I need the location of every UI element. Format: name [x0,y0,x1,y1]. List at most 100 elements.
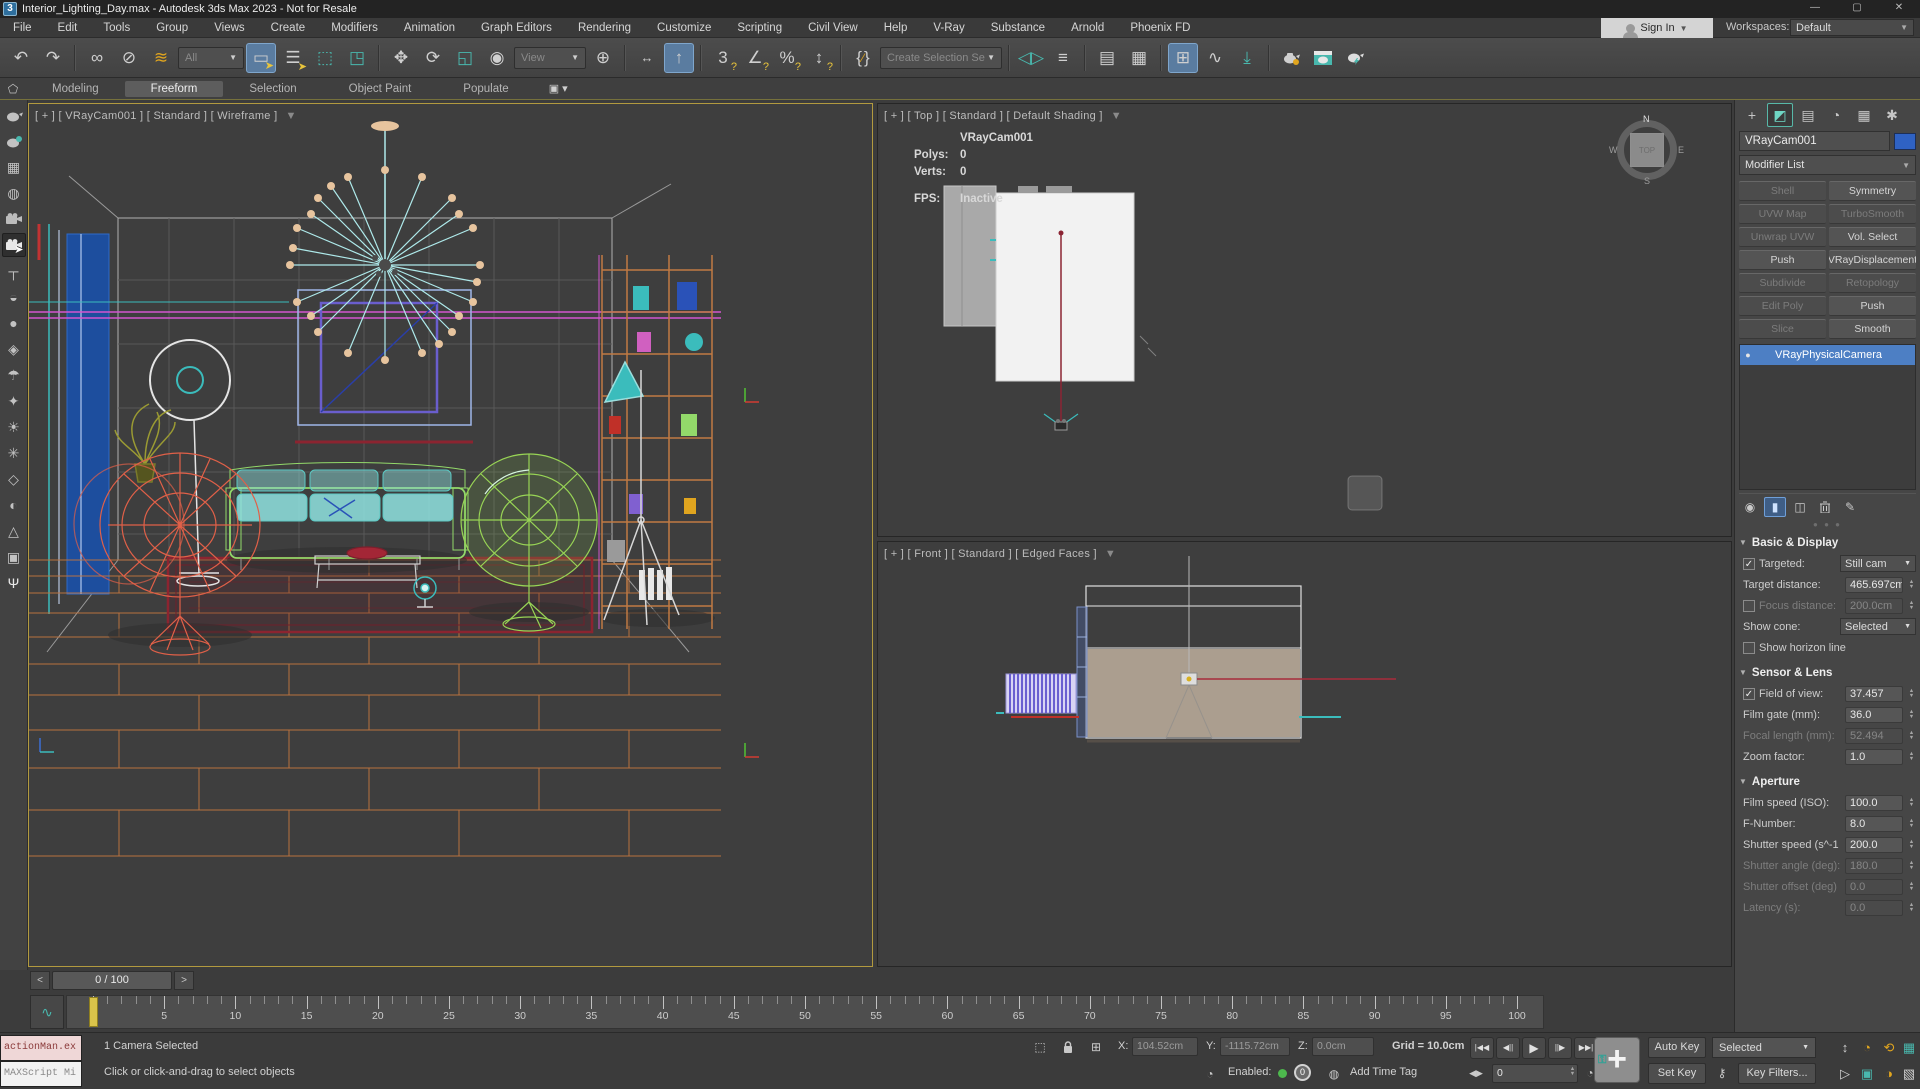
time-slider-marker[interactable] [89,997,98,1027]
vray-fur-icon[interactable]: Ψ [2,571,26,595]
percent-snap-icon[interactable]: %? [772,43,802,73]
front-viewport-canvas[interactable] [878,542,1731,966]
front-viewport-label[interactable]: [ + ] [ Front ] [ Standard ] [ Edged Fac… [884,548,1116,560]
configure-modifier-sets-icon[interactable]: ✎ [1839,497,1861,517]
vray-sphere-fade-icon[interactable]: ◐ [2,493,26,517]
time-tag-icon[interactable]: ◔ [1200,1064,1220,1084]
frame-forward-button[interactable]: > [174,971,194,990]
previous-frame-button[interactable]: ◀|| [1496,1037,1520,1059]
bind-to-space-warp-icon[interactable]: ≋ [146,43,176,73]
tab-object-paint[interactable]: Object Paint [323,81,438,97]
front-viewport[interactable]: [ + ] [ Front ] [ Standard ] [ Edged Fac… [877,541,1732,967]
shutter-angle-field[interactable]: 180.0 [1845,858,1903,874]
dolly-camera-icon[interactable]: ◔ [1858,1039,1876,1057]
mini-curve-editor-icon[interactable]: ∿ [30,995,64,1029]
modifier-button-vol-select[interactable]: Vol. Select [1829,227,1916,247]
spinner-control[interactable]: ▲▼ [1907,816,1916,832]
vray-scene-converter-icon[interactable]: ▦ [2,155,26,179]
camera-viewport[interactable]: [ + ] [ VRayCam001 ] [ Standard ] [ Wire… [28,103,873,967]
sign-in-button[interactable]: Sign In▼ [1601,18,1713,38]
spinner-control[interactable]: ▲▼ [1907,900,1916,916]
isolate-selection-icon[interactable]: ↕ [1836,1039,1854,1057]
next-frame-button[interactable]: ||▶ [1548,1037,1572,1059]
ribbon-config-icon[interactable]: ▣ ▾ [549,82,568,95]
camera-viewport-canvas[interactable] [29,104,872,966]
render-setup-icon[interactable] [1276,43,1306,73]
menu-edit[interactable]: Edit [45,18,91,38]
create-tab-icon[interactable]: + [1739,103,1765,127]
fov-field[interactable]: 37.457 [1845,686,1903,702]
ribbon-toggle-icon[interactable]: ⊞ [1168,43,1198,73]
spinner-control[interactable]: ▲▼ [1907,858,1916,874]
vray-disc-light-icon[interactable]: ☂ [2,363,26,387]
stack-item-vrayphysicalcamera[interactable]: ● VRayPhysicalCamera [1740,345,1915,365]
vray-clipper-icon[interactable]: ▣ [2,545,26,569]
spinner-control[interactable]: ▲▼ [1907,577,1916,593]
show-horizon-checkbox[interactable] [1743,642,1755,654]
close-icon[interactable]: ✕ [1878,0,1920,18]
targeted-checkbox[interactable]: ✓ [1743,558,1755,570]
tab-modeling[interactable]: Modeling [26,81,125,97]
selection-lock-region-icon[interactable]: ⬚ [1030,1037,1050,1057]
menu-help[interactable]: Help [871,18,921,38]
menu-civil-view[interactable]: Civil View [795,18,871,38]
menu-file[interactable]: File [0,18,45,38]
modifier-button-push[interactable]: Push [1739,250,1826,270]
pan-view-icon[interactable]: ▷ [1836,1065,1854,1083]
tab-populate[interactable]: Populate [437,81,534,97]
target-distance-field[interactable]: 465.697cm [1845,577,1903,593]
current-frame-field[interactable]: 0 [1492,1064,1578,1083]
vray-plane-light-icon[interactable]: ┬ [2,259,26,283]
menu-rendering[interactable]: Rendering [565,18,644,38]
add-time-tag-icon[interactable]: ◍ [1324,1064,1344,1084]
modifier-button-shell[interactable]: Shell [1739,181,1826,201]
z-coordinate-field[interactable]: 0.0cm [1312,1037,1374,1056]
layer-explorer-icon[interactable]: ▦ [1124,43,1154,73]
fov-checkbox[interactable]: ✓ [1743,688,1755,700]
menu-customize[interactable]: Customize [644,18,724,38]
modifier-button-symmetry[interactable]: Symmetry [1829,181,1916,201]
named-selection-sets-dropdown[interactable]: Create Selection Se▼ [880,47,1002,69]
spinner-control[interactable]: ▲▼ [1907,707,1916,723]
key-filters-button[interactable]: Key Filters... [1738,1063,1816,1084]
maximize-viewport-toggle-icon[interactable]: ▧ [1900,1065,1918,1083]
menu-phoenix-fd[interactable]: Phoenix FD [1117,18,1203,38]
modifier-button-turbosmooth[interactable]: TurboSmooth [1829,204,1916,224]
menu-modifiers[interactable]: Modifiers [318,18,391,38]
spinner-control[interactable]: ▲▼ [1907,879,1916,895]
spinner-control[interactable]: ▲▼ [1907,837,1916,853]
remove-modifier-icon[interactable] [1814,497,1836,517]
menu-vray[interactable]: V-Ray [920,18,977,38]
display-tab-icon[interactable]: ▦ [1851,103,1877,127]
object-color-swatch[interactable] [1894,133,1916,150]
shutter-speed-field[interactable]: 200.0 [1845,837,1903,853]
undo-icon[interactable]: ↶ [6,43,36,73]
modifier-button-subdivide[interactable]: Subdivide [1739,273,1826,293]
absolute-transform-icon[interactable]: ⊞ [1086,1037,1106,1057]
snaps-toggle-icon[interactable]: ↑ [664,43,694,73]
spinner-control[interactable]: ▲▼ [1907,728,1916,744]
vray-stereo-rig-icon[interactable]: △ [2,519,26,543]
modifier-button-edit-poly[interactable]: Edit Poly [1739,296,1826,316]
edit-named-selection-sets-icon[interactable]: {⁄} [848,43,878,73]
vray-ambient-light-icon[interactable]: ✳ [2,441,26,465]
mirror-icon[interactable]: ◁▷ [1016,43,1046,73]
modifier-button-sm[interactable]: Smooth [1829,319,1916,339]
vray-last-render-icon[interactable] [2,129,26,153]
film-speed-field[interactable]: 100.0 [1845,795,1903,811]
rollout-sensor-lens[interactable]: ▼Sensor & Lens [1739,662,1916,683]
vray-mesh-light-icon[interactable]: ◈ [2,337,26,361]
vray-light-lister-icon[interactable]: ◍ [2,181,26,205]
vray-camera-lister-icon[interactable] [2,207,26,231]
add-time-tag[interactable]: Add Time Tag [1350,1066,1417,1078]
modifier-button-slice[interactable]: Slice [1739,319,1826,339]
menu-arnold[interactable]: Arnold [1058,18,1117,38]
film-gate-field[interactable]: 36.0 [1845,707,1903,723]
create-key-button[interactable]: +⚿ [1594,1037,1640,1083]
menu-tools[interactable]: Tools [90,18,143,38]
latency-field[interactable]: 0.0 [1845,900,1903,916]
rectangular-selection-region-icon[interactable]: ⬚ [310,43,340,73]
filter-funnel-icon[interactable]: ▼ [1105,548,1116,560]
orbit-camera-icon[interactable]: ⟲ [1880,1039,1898,1057]
utilities-tab-icon[interactable]: ✱ [1879,103,1905,127]
